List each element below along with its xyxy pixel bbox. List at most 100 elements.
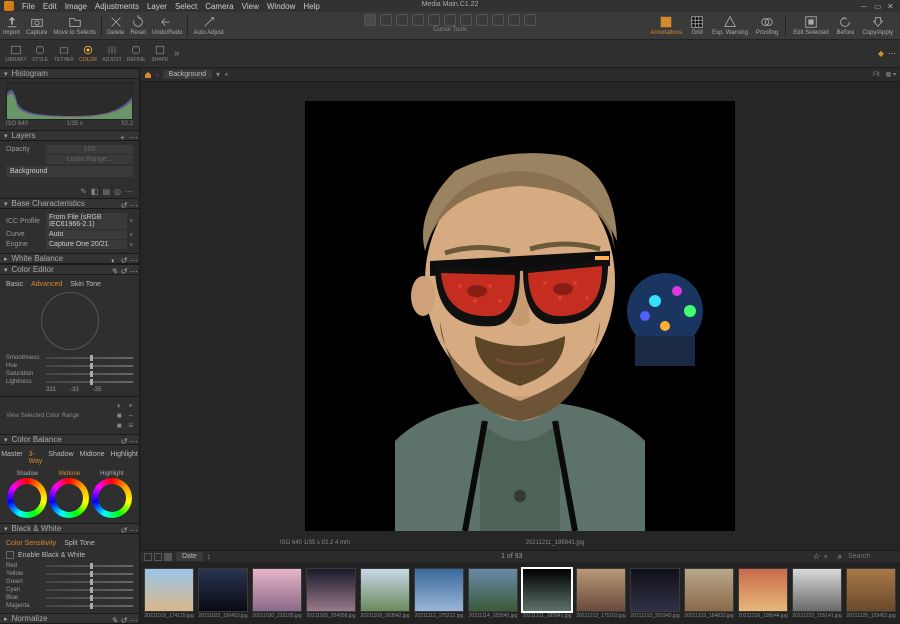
tb-annotations[interactable]: Annotations: [647, 15, 685, 36]
panel-wb-head[interactable]: ▸White Balance◐↺⋯: [0, 253, 139, 264]
tb-auto-adjust[interactable]: Auto Adjust: [190, 15, 226, 36]
ce-swatch-3-icon[interactable]: ■ ≡: [117, 421, 133, 430]
sort-dir-icon[interactable]: ↕: [207, 552, 211, 561]
tab-style[interactable]: STYLE: [28, 44, 52, 63]
bw-cyan-slider[interactable]: [46, 589, 133, 591]
layer-menu-icon[interactable]: ⋯: [129, 133, 135, 139]
cursor-erase-icon[interactable]: [508, 14, 520, 26]
cb-tab-3way[interactable]: 3-Way: [29, 451, 43, 465]
panel-layers-head[interactable]: ▾Layers+⋯: [0, 130, 139, 141]
thumbnail[interactable]: 20211215_184832.jpg: [684, 568, 734, 619]
bw-menu-icon[interactable]: ⋯: [129, 526, 135, 532]
menu-view[interactable]: View: [242, 2, 259, 11]
wb-menu-icon[interactable]: ⋯: [129, 256, 135, 262]
panel-bw-head[interactable]: ▾Black & White↺⋯: [0, 523, 139, 534]
ce-smooth-slider[interactable]: [46, 357, 133, 359]
cb-reset-icon[interactable]: ↺: [120, 437, 126, 443]
tb-capture[interactable]: Capture: [23, 15, 50, 36]
tab-library[interactable]: LIBRARY: [4, 44, 28, 63]
thumbnail[interactable]: 20211023_190453.jpg: [198, 568, 248, 619]
menu-file[interactable]: File: [22, 2, 35, 11]
tab-color[interactable]: COLOR: [76, 44, 100, 63]
panel-menu-icon[interactable]: ⋯: [888, 49, 896, 58]
maximize-icon[interactable]: ▭: [874, 2, 883, 11]
thumbnail[interactable]: 20211225_103451.jpg: [846, 568, 896, 619]
tab-refine[interactable]: REFINE: [124, 44, 148, 63]
tb-import[interactable]: Import: [0, 15, 23, 36]
bw-enable-checkbox[interactable]: [6, 551, 14, 559]
layer-add-icon[interactable]: +: [120, 133, 126, 139]
icc-value[interactable]: From File (sRGB IEC61966-2.1): [46, 213, 127, 229]
thumbnail[interactable]: 20211112_175212.jpg: [414, 568, 464, 619]
cursor-annotate-icon[interactable]: [524, 14, 536, 26]
ce-menu-icon[interactable]: ⋯: [129, 267, 135, 273]
bw-tab-cs[interactable]: Color Sensitivity: [6, 540, 56, 547]
view-grid-icon[interactable]: [144, 553, 152, 561]
wb-reset-icon[interactable]: ↺: [120, 256, 126, 262]
fit-label[interactable]: Fit: [873, 72, 880, 78]
tb-move-to-selects[interactable]: Move to Selects: [50, 15, 99, 36]
base-reset-icon[interactable]: ↺: [120, 201, 126, 207]
ce-tab-basic[interactable]: Basic: [6, 281, 23, 288]
tb-edit-selected[interactable]: Edit Selected: [790, 15, 831, 36]
wb-picker-icon[interactable]: ◐: [111, 256, 117, 262]
menu-window[interactable]: Window: [267, 2, 295, 11]
thumbnail[interactable]: 20211212_175203.jpg: [576, 568, 626, 619]
layer-background[interactable]: Background: [6, 166, 133, 177]
tool-radial-icon[interactable]: ◎: [114, 187, 121, 196]
tab-tether[interactable]: TETHER: [52, 44, 76, 63]
cb-tab-highlight[interactable]: Highlight: [111, 451, 138, 465]
panel-ce-head[interactable]: ▾Color Editor✎↺⋯: [0, 264, 139, 275]
curve-value[interactable]: Auto: [46, 230, 127, 239]
cursor-keystone-icon[interactable]: [444, 14, 456, 26]
menu-adjustments[interactable]: Adjustments: [95, 2, 139, 11]
thumbnail[interactable]: 20211019_174129.jpg: [144, 568, 194, 619]
ce-swatch-2-icon[interactable]: ■ −: [117, 411, 133, 420]
view-strip-icon[interactable]: [164, 553, 172, 561]
minimize-icon[interactable]: ─: [861, 2, 870, 11]
thumbnail[interactable]: 20211213_201943.jpg: [630, 568, 680, 619]
bw-yellow-slider[interactable]: [46, 573, 133, 575]
norm-reset-icon[interactable]: ↺: [120, 616, 126, 622]
tool-grad-icon[interactable]: ▤: [102, 187, 110, 196]
cb-tab-master[interactable]: Master: [1, 451, 22, 465]
close-icon[interactable]: ✕: [887, 2, 896, 11]
view-list-icon[interactable]: [154, 553, 162, 561]
tb-delete[interactable]: Delete: [104, 15, 127, 36]
tb-grid[interactable]: Grid: [687, 15, 707, 36]
menu-select[interactable]: Select: [175, 2, 197, 11]
cursor-rotate-icon[interactable]: [428, 14, 440, 26]
tabs-more-icon[interactable]: »: [174, 48, 180, 59]
cursor-select-icon[interactable]: [364, 14, 376, 26]
ce-swatch-1-icon[interactable]: ◐ +: [117, 401, 133, 410]
image-viewer[interactable]: ISO 640 1/35 s f/2.2 4 mm 20211211_18584…: [140, 82, 900, 550]
tb-copy-apply[interactable]: Copy/Apply: [859, 15, 896, 36]
ce-hue-slider[interactable]: [46, 365, 133, 367]
cursor-spot-icon[interactable]: [460, 14, 472, 26]
luma-range-button[interactable]: Luma Range...: [46, 155, 133, 164]
tab-adjust[interactable]: ADJUST: [100, 44, 124, 63]
ce-tab-skintone[interactable]: Skin Tone: [70, 281, 101, 288]
breadcrumb-add[interactable]: +: [224, 70, 229, 79]
breadcrumb-background[interactable]: Background: [163, 70, 212, 79]
sort-field[interactable]: Date: [176, 552, 203, 561]
wheel-highlight[interactable]: [92, 478, 132, 518]
bw-tab-st[interactable]: Split Tone: [64, 540, 95, 547]
filmstrip[interactable]: 20211019_174129.jpg20211023_190453.jpg 20…: [140, 562, 900, 624]
base-menu-icon[interactable]: ⋯: [129, 201, 135, 207]
panel-base-head[interactable]: ▾Base Characteristics↺⋯: [0, 198, 139, 209]
search-icon[interactable]: ⌕: [838, 552, 842, 562]
bw-blue-slider[interactable]: [46, 597, 133, 599]
menu-layer[interactable]: Layer: [147, 2, 167, 11]
ce-reset-icon[interactable]: ↺: [120, 267, 126, 273]
engine-value[interactable]: Capture One 20/21: [46, 240, 127, 249]
bw-reset-icon[interactable]: ↺: [120, 526, 126, 532]
fit-menu-icon[interactable]: ▦ ▾: [886, 71, 896, 78]
tool-opts-icon[interactable]: ⋯: [125, 187, 133, 196]
tb-proofing[interactable]: Proofing: [753, 15, 781, 36]
cb-tab-shadow[interactable]: Shadow: [48, 451, 73, 465]
thumbnail[interactable]: 20211105_204958.jpg: [306, 568, 356, 619]
thumbnail[interactable]: 20211109_163542.jpg: [360, 568, 410, 619]
tb-exp-warning[interactable]: Exp. Warning: [709, 15, 751, 36]
tb-undo-redo[interactable]: Undo/Redo: [149, 15, 185, 36]
